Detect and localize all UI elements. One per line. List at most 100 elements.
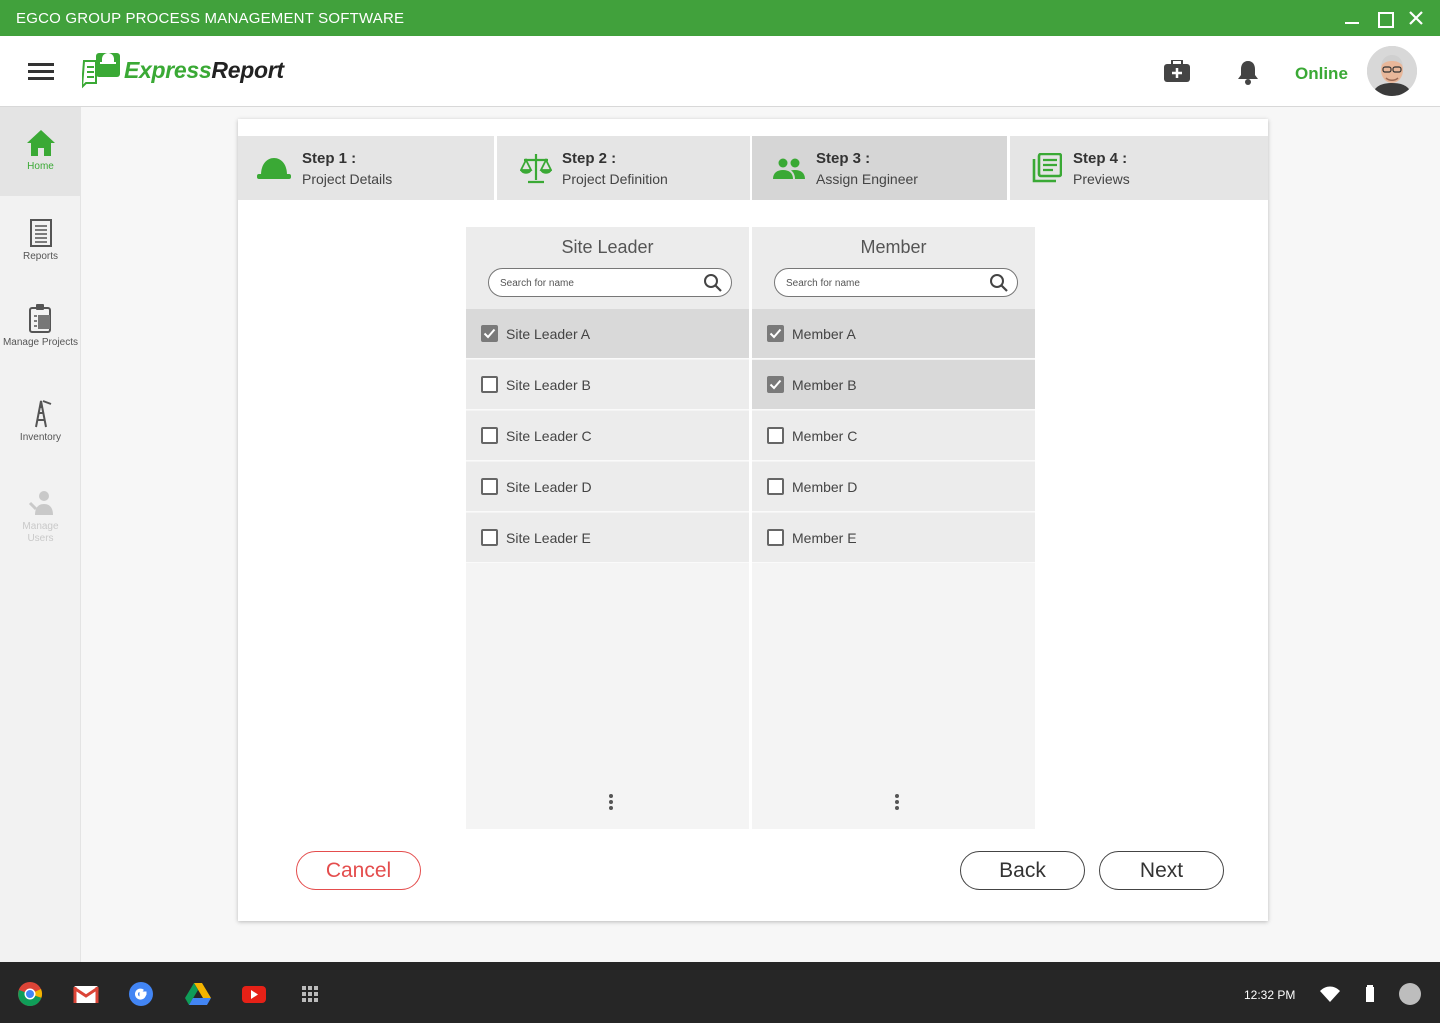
- connection-status: Online: [1295, 64, 1348, 83]
- step-subtitle: Previews: [1073, 171, 1130, 187]
- gmail-icon[interactable]: [73, 981, 99, 1007]
- checkbox[interactable]: [481, 427, 498, 444]
- site-leader-title: Site Leader: [561, 237, 654, 257]
- wifi-icon[interactable]: [1318, 982, 1344, 1008]
- member-name: Member D: [792, 479, 858, 495]
- cancel-button[interactable]: Cancel: [296, 851, 421, 890]
- battery-icon[interactable]: [1363, 982, 1377, 1008]
- inventory-icon: [34, 400, 51, 428]
- more-options-icon[interactable]: [601, 792, 621, 812]
- sidebar-item-label: Manage Users: [22, 521, 59, 544]
- step-title: Step 1 :: [302, 150, 357, 167]
- close-icon[interactable]: [1404, 6, 1428, 30]
- home-icon: [26, 130, 55, 156]
- step-previews[interactable]: Step 4 : Previews: [1010, 136, 1268, 200]
- site-leader-row[interactable]: Site Leader C: [466, 411, 749, 461]
- logo-text-express: Express: [124, 57, 212, 83]
- document-list-icon: [1032, 153, 1062, 183]
- minimize-icon[interactable]: [1340, 6, 1364, 30]
- sidebar-item-label: Home: [27, 161, 54, 172]
- site-leader-row[interactable]: Site Leader E: [466, 513, 749, 563]
- hard-hat-icon: [257, 158, 291, 179]
- reports-icon: [29, 219, 52, 247]
- site-leader-name: Site Leader C: [506, 428, 592, 444]
- next-button[interactable]: Next: [1099, 851, 1224, 890]
- search-icon[interactable]: [703, 273, 723, 293]
- checkmark-icon: [483, 328, 496, 339]
- site-leader-name: Site Leader E: [506, 530, 591, 546]
- checkbox[interactable]: [481, 376, 498, 393]
- checkbox[interactable]: [481, 529, 498, 546]
- first-aid-kit-icon[interactable]: [1164, 59, 1190, 87]
- site-leader-row[interactable]: Site Leader A: [466, 309, 749, 359]
- sidebar-item-label: Reports: [22, 251, 58, 262]
- step-title: Step 3 :: [816, 150, 871, 167]
- member-name: Member C: [792, 428, 858, 444]
- checkmark-icon: [769, 379, 782, 390]
- site-leader-panel: Site Leader Site Leader A Site Leader B …: [466, 227, 749, 829]
- site-leader-name: Site Leader A: [506, 326, 591, 342]
- member-name: Member E: [792, 530, 857, 546]
- system-clock[interactable]: 12:32 PM: [1244, 988, 1295, 1002]
- sidebar-item-reports[interactable]: Reports: [0, 196, 81, 286]
- drive-icon[interactable]: [185, 981, 211, 1007]
- site-leader-row[interactable]: Site Leader D: [466, 462, 749, 512]
- sidebar-item-label: Manage Projects: [2, 337, 79, 348]
- member-row[interactable]: Member A: [752, 309, 1035, 359]
- member-search-box: [774, 268, 1018, 297]
- site-leader-search-input[interactable]: [500, 275, 695, 291]
- checkbox[interactable]: [481, 325, 498, 342]
- app-header: ExpressReport Online: [0, 36, 1440, 107]
- member-row[interactable]: Member E: [752, 513, 1035, 563]
- logo-text-report: Report: [211, 57, 284, 83]
- back-button[interactable]: Back: [960, 851, 1085, 890]
- checkbox[interactable]: [767, 376, 784, 393]
- avatar[interactable]: [1367, 46, 1417, 96]
- checkbox[interactable]: [767, 325, 784, 342]
- maximize-icon[interactable]: [1372, 6, 1396, 30]
- account-status-icon[interactable]: [1397, 981, 1423, 1007]
- menu-icon[interactable]: [28, 60, 54, 82]
- chrome-icon[interactable]: [17, 981, 43, 1007]
- google-icon[interactable]: [128, 981, 154, 1007]
- sidebar-item-inventory[interactable]: Inventory: [0, 381, 81, 466]
- member-header: Member: [752, 227, 1035, 309]
- member-search-input[interactable]: [786, 275, 981, 291]
- checkbox[interactable]: [767, 427, 784, 444]
- member-row[interactable]: Member C: [752, 411, 1035, 461]
- manage-users-icon: [28, 491, 53, 515]
- sidebar-item-label: Inventory: [19, 432, 62, 443]
- window-title-bar: EGCO GROUP PROCESS MANAGEMENT SOFTWARE: [0, 0, 1440, 36]
- step-assign-engineer[interactable]: Step 3 : Assign Engineer: [752, 136, 1007, 200]
- sidebar-item-home[interactable]: Home: [0, 107, 81, 196]
- manage-projects-icon: [28, 304, 51, 333]
- step-project-definition[interactable]: Step 2 : Project Definition: [497, 136, 750, 200]
- member-name: Member B: [792, 377, 857, 393]
- search-icon[interactable]: [989, 273, 1009, 293]
- member-row[interactable]: Member D: [752, 462, 1035, 512]
- site-leader-name: Site Leader B: [506, 377, 591, 393]
- youtube-icon[interactable]: [241, 981, 267, 1007]
- checkbox[interactable]: [767, 478, 784, 495]
- site-leader-header: Site Leader: [466, 227, 749, 309]
- step-title: Step 4 :: [1073, 150, 1128, 167]
- notification-bell-icon[interactable]: [1237, 59, 1259, 90]
- step-title: Step 2 :: [562, 150, 617, 167]
- sidebar: Home Reports Manage Projects Inventory M…: [0, 107, 81, 962]
- scale-icon: [520, 154, 552, 184]
- sidebar-item-manage-projects[interactable]: Manage Projects: [0, 286, 81, 381]
- site-leader-name: Site Leader D: [506, 479, 592, 495]
- checkbox[interactable]: [481, 478, 498, 495]
- step-project-details[interactable]: Step 1 : Project Details: [238, 136, 494, 200]
- logo-icon: [80, 53, 120, 90]
- checkbox[interactable]: [767, 529, 784, 546]
- site-leader-row[interactable]: Site Leader B: [466, 360, 749, 410]
- wizard-steps: Step 1 : Project Details Step 2 : Projec…: [238, 136, 1268, 200]
- member-row[interactable]: Member B: [752, 360, 1035, 410]
- people-icon: [773, 158, 805, 179]
- more-options-icon[interactable]: [887, 792, 907, 812]
- app-logo: ExpressReport: [80, 51, 292, 91]
- step-subtitle: Project Details: [302, 171, 393, 187]
- step-subtitle: Project Definition: [562, 171, 668, 187]
- app-launcher-icon[interactable]: [297, 981, 323, 1007]
